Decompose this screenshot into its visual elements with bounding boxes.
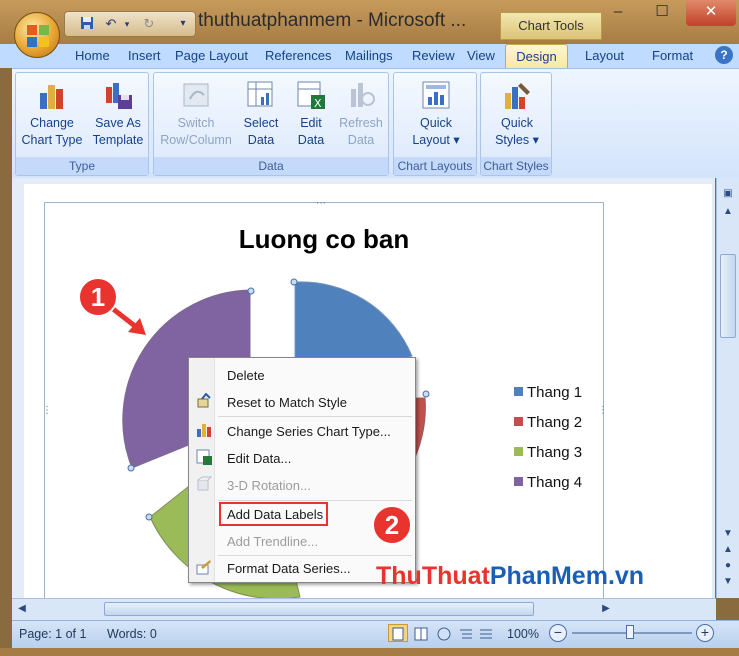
menu-item-label: 3-D Rotation... xyxy=(227,478,311,493)
word-count[interactable]: Words: 0 xyxy=(107,627,157,641)
menu-item-format-data-series[interactable]: Format Data Series... xyxy=(227,561,351,576)
watermark-part: PhanMem xyxy=(489,562,608,590)
menu-item-label: Format Data Series... xyxy=(227,561,351,576)
legend-label: Thang 2 xyxy=(527,414,583,431)
legend-label: Thang 1 xyxy=(527,384,583,401)
svg-text:⋮: ⋮ xyxy=(598,405,608,416)
scroll-up-icon[interactable]: ▲ xyxy=(720,206,736,217)
selection-handle[interactable] xyxy=(247,287,255,295)
legend-item[interactable]: Thang 4 xyxy=(514,474,582,491)
menu-item-label: Change Series Chart Type... xyxy=(227,424,391,439)
legend-swatch xyxy=(514,417,523,426)
menu-item-add-trendline[interactable]: Add Trendline... xyxy=(227,534,318,549)
legend-swatch xyxy=(514,447,523,456)
vertical-scroll-thumb[interactable] xyxy=(720,254,736,338)
scroll-right-icon[interactable]: ▶ xyxy=(600,603,612,614)
menu-item-reset-to-match-style[interactable]: Reset to Match Style xyxy=(227,395,347,410)
watermark-part: ThuThuat xyxy=(376,562,490,590)
context-menu xyxy=(188,357,416,583)
ruler-toggle-icon[interactable]: ▣ xyxy=(720,188,736,199)
horizontal-scroll-thumb[interactable] xyxy=(104,602,534,616)
menu-separator xyxy=(218,555,412,556)
selection-handle[interactable] xyxy=(145,513,153,521)
legend-label: Thang 3 xyxy=(527,444,583,461)
menu-item-label: Delete xyxy=(227,368,265,383)
menu-item-delete[interactable]: Delete xyxy=(227,368,265,383)
menu-item-label: Reset to Match Style xyxy=(227,395,347,410)
view-buttons-icons xyxy=(392,627,492,641)
next-page-icon[interactable]: ▼ xyxy=(720,576,736,587)
3d-rotation-icon xyxy=(197,476,212,491)
watermark-part: .vn xyxy=(607,562,645,590)
legend-item[interactable]: Thang 3 xyxy=(514,444,582,461)
step-badge-1: 1 xyxy=(78,277,118,317)
legend-label: Thang 4 xyxy=(527,474,583,491)
legend-item[interactable]: Thang 1 xyxy=(514,384,582,401)
zoom-level[interactable]: 100% xyxy=(507,627,539,641)
reset-style-icon xyxy=(197,393,211,408)
zoom-in-button[interactable]: + xyxy=(696,624,714,642)
edit-data-icon xyxy=(196,449,212,465)
watermark: ThuThuatPhanMem.vn xyxy=(376,562,644,591)
change-chart-type-icon xyxy=(197,424,211,437)
horizontal-scrollbar[interactable]: ◀ ▶ xyxy=(12,598,716,620)
vertical-scrollbar[interactable]: ▣ ▲ ▼ ▲ ● ▼ xyxy=(716,178,739,598)
context-menu-icon-strip xyxy=(189,358,215,582)
menu-item-edit-data[interactable]: Edit Data... xyxy=(227,451,291,466)
svg-text:⋮: ⋮ xyxy=(42,405,52,416)
legend-item[interactable]: Thang 2 xyxy=(514,414,582,431)
selection-handle[interactable] xyxy=(422,390,430,398)
menu-separator xyxy=(218,500,412,501)
window-frame-bottom xyxy=(0,648,739,656)
legend-swatch xyxy=(514,477,523,486)
highlight-box xyxy=(219,502,328,526)
selection-handle[interactable] xyxy=(290,278,298,286)
office-button[interactable] xyxy=(14,12,60,58)
selection-handle[interactable] xyxy=(127,464,135,472)
select-browse-object-icon[interactable]: ● xyxy=(720,560,736,571)
zoom-slider-thumb[interactable] xyxy=(626,625,634,639)
page-count[interactable]: Page: 1 of 1 xyxy=(19,627,86,641)
office-logo-icon xyxy=(27,25,49,47)
zoom-out-button[interactable]: − xyxy=(549,624,567,642)
menu-separator xyxy=(218,416,412,417)
menu-item-3d-rotation[interactable]: 3-D Rotation... xyxy=(227,478,311,493)
legend-swatch xyxy=(514,387,523,396)
step-badge-2: 2 xyxy=(372,505,412,545)
previous-page-icon[interactable]: ▲ xyxy=(720,544,736,555)
format-series-icon xyxy=(196,560,211,575)
scroll-left-icon[interactable]: ◀ xyxy=(16,603,28,614)
menu-item-label: Edit Data... xyxy=(227,451,292,466)
scroll-down-icon[interactable]: ▼ xyxy=(720,528,736,539)
svg-text:⋯: ⋯ xyxy=(316,198,326,209)
menu-item-label: Add Trendline... xyxy=(227,534,319,549)
menu-item-change-series-chart-type[interactable]: Change Series Chart Type... xyxy=(227,424,391,439)
